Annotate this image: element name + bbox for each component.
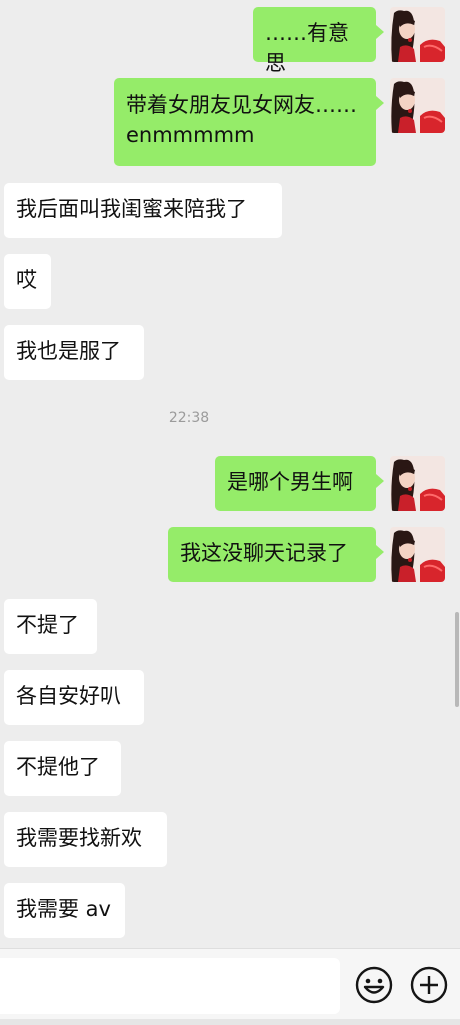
outgoing-message[interactable]: 是哪个男生啊 bbox=[215, 456, 376, 511]
outgoing-message[interactable]: 我这没聊天记录了 bbox=[168, 527, 376, 582]
incoming-message[interactable]: 哎 bbox=[4, 254, 51, 309]
avatar-image bbox=[390, 78, 445, 133]
bottom-divider bbox=[0, 1019, 460, 1025]
bubble-tail bbox=[376, 545, 384, 559]
bubble-tail bbox=[376, 474, 384, 488]
incoming-message[interactable]: 我需要找新欢 bbox=[4, 812, 167, 867]
incoming-message[interactable]: 各自安好叭 bbox=[4, 670, 144, 725]
more-button[interactable] bbox=[410, 966, 448, 1004]
incoming-message[interactable]: 我后面叫我闺蜜来陪我了 bbox=[4, 183, 282, 238]
avatar[interactable] bbox=[390, 78, 445, 133]
bubble-tail bbox=[376, 96, 384, 110]
incoming-message[interactable]: 我需要 av bbox=[4, 883, 125, 938]
avatar-image bbox=[390, 7, 445, 62]
chat-message-list[interactable]: ……有意思 带着女朋友见女网友…… enmmmmm 我后面叫我闺蜜来陪我了 哎 … bbox=[0, 0, 460, 948]
emoji-icon bbox=[355, 966, 393, 1004]
bubble-tail bbox=[376, 25, 384, 39]
outgoing-message[interactable]: 带着女朋友见女网友…… enmmmmm bbox=[114, 78, 376, 166]
message-input[interactable] bbox=[0, 958, 340, 1014]
outgoing-message[interactable]: ……有意思 bbox=[253, 7, 376, 75]
avatar-image bbox=[390, 527, 445, 582]
avatar[interactable] bbox=[390, 527, 445, 582]
avatar[interactable] bbox=[390, 456, 445, 511]
plus-icon bbox=[410, 966, 448, 1004]
avatar[interactable] bbox=[390, 7, 445, 62]
incoming-message[interactable]: 不提他了 bbox=[4, 741, 121, 796]
avatar-image bbox=[390, 456, 445, 511]
message-timestamp: 22:38 bbox=[168, 410, 210, 426]
chat-input-bar bbox=[0, 948, 460, 1025]
incoming-message[interactable]: 我也是服了 bbox=[4, 325, 144, 380]
incoming-message[interactable]: 不提了 bbox=[4, 599, 97, 654]
scrollbar-thumb[interactable] bbox=[455, 612, 459, 707]
emoji-button[interactable] bbox=[355, 966, 393, 1004]
